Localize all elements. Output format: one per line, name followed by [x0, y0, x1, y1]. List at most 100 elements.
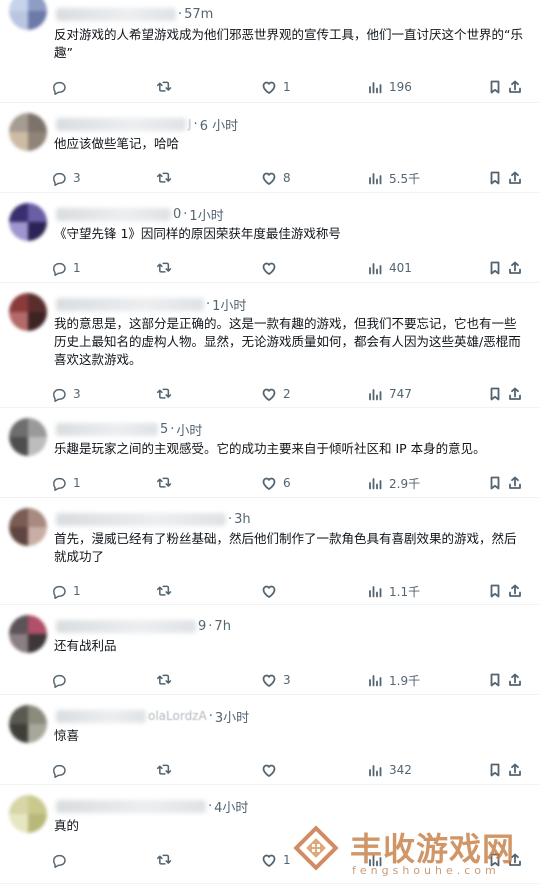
tweet-timestamp[interactable]: 3h [234, 512, 251, 527]
reply-button[interactable] [51, 76, 73, 98]
display-name-redacted[interactable] [56, 709, 146, 723]
reply-button[interactable]: 3 [51, 167, 81, 189]
views-button[interactable]: 1.9千 [367, 669, 420, 691]
like-button[interactable]: 6 [261, 472, 291, 494]
reply-button[interactable]: 1 [51, 257, 81, 279]
retweet-button[interactable] [156, 167, 178, 189]
views-button[interactable]: 1.1千 [367, 580, 420, 602]
avatar[interactable] [9, 795, 47, 833]
tweet-item[interactable]: 9 · 7h 还有战利品 3 1.9千 [0, 605, 539, 695]
share-button[interactable] [507, 759, 523, 781]
tweet-timestamp[interactable]: 7h [214, 619, 231, 634]
avatar-pixel [9, 222, 28, 241]
retweet-button[interactable] [156, 849, 178, 871]
views-button[interactable]: 747 [367, 383, 412, 405]
retweet-button[interactable] [156, 759, 178, 781]
like-button[interactable]: 2 [261, 383, 291, 405]
like-button[interactable]: 1 [261, 76, 291, 98]
bookmark-icon [490, 476, 500, 490]
display-name-redacted[interactable] [56, 117, 186, 131]
views-count: 5.5千 [389, 171, 421, 186]
tweet-item[interactable]: olaLordzA · 3小时 惊喜 342 [0, 695, 539, 785]
share-button[interactable] [507, 76, 523, 98]
tweet-timestamp[interactable]: 1小时 [212, 295, 246, 314]
like-button[interactable]: 8 [261, 167, 291, 189]
tweet-timestamp[interactable]: 6 小时 [200, 115, 238, 134]
retweet-button[interactable] [156, 257, 178, 279]
views-button[interactable]: 342 [367, 759, 412, 781]
share-button[interactable] [507, 257, 523, 279]
avatar-pixel [28, 418, 47, 437]
avatar[interactable] [9, 203, 47, 241]
tweet-item[interactable]: 0 · 1小时 《守望先锋 1》因同样的原因荣获年度最佳游戏称号 1 401 [0, 193, 539, 283]
avatar[interactable] [9, 293, 47, 331]
display-name-fragment: olaLordzA [148, 709, 207, 723]
avatar-pixel [9, 113, 28, 132]
display-name-redacted[interactable] [56, 799, 206, 813]
reply-button[interactable]: 1 [51, 580, 81, 602]
bookmark-button[interactable] [487, 167, 503, 189]
reply-button[interactable]: 3 [51, 383, 81, 405]
bookmark-button[interactable] [487, 580, 503, 602]
tweet-timestamp[interactable]: 4小时 [214, 797, 248, 816]
heart-icon [262, 585, 276, 598]
tweet-item[interactable]: · 57m 反对游戏的人希望游戏成为他们邪恶世界观的宣传工具，他们一直讨厌这个世界的… [0, 0, 539, 103]
reply-button[interactable] [51, 759, 73, 781]
like-button[interactable] [261, 759, 283, 781]
share-button[interactable] [507, 383, 523, 405]
reply-button[interactable] [51, 849, 73, 871]
views-button[interactable]: 196 [367, 76, 412, 98]
tweet-item[interactable]: · 1小时 我的意思是，这部分是正确的。这是一款有趣的游戏，但我们不要忘记，它也有一… [0, 283, 539, 408]
tweet-timestamp[interactable]: 3小时 [215, 707, 249, 726]
tweet-timestamp[interactable]: 57m [184, 7, 213, 22]
like-button[interactable]: 3 [261, 669, 291, 691]
share-button[interactable] [507, 167, 523, 189]
display-name-redacted[interactable] [56, 7, 176, 21]
bookmark-button[interactable] [487, 472, 503, 494]
tweet-timestamp[interactable]: 1小时 [189, 205, 223, 224]
retweet-button[interactable] [156, 383, 178, 405]
avatar[interactable] [9, 508, 47, 546]
tweet-timestamp[interactable]: 小时 [176, 420, 202, 439]
display-name-redacted[interactable] [56, 297, 204, 311]
display-name-redacted[interactable] [56, 207, 171, 221]
retweet-icon [156, 172, 172, 183]
retweet-button[interactable] [156, 580, 178, 602]
retweet-button[interactable] [156, 76, 178, 98]
bookmark-button[interactable] [487, 383, 503, 405]
views-button[interactable]: 5.5千 [367, 167, 420, 189]
avatar[interactable] [9, 705, 47, 743]
retweet-button[interactable] [156, 472, 178, 494]
bookmark-button[interactable] [487, 669, 503, 691]
tweet-actions: 3 1.9千 [51, 669, 523, 691]
avatar[interactable] [9, 0, 47, 30]
display-name-redacted[interactable] [56, 512, 226, 526]
tweet-item[interactable]: · 3h 首先，漫威已经有了粉丝基础，然后他们制作了一款角色具有喜剧效果的游戏，然后… [0, 498, 539, 605]
avatar[interactable] [9, 615, 47, 653]
share-button[interactable] [507, 472, 523, 494]
avatar-pixel [28, 705, 47, 724]
bookmark-button[interactable] [487, 76, 503, 98]
views-button[interactable]: 2.9千 [367, 472, 420, 494]
tweet-item[interactable]: 5 · 小时 乐趣是玩家之间的主观感受。它的成功主要来自于倾听社区和 IP 本身的意见… [0, 408, 539, 498]
bookmark-button[interactable] [487, 257, 503, 279]
tweet-actions: 3 2 747 [51, 383, 523, 405]
reply-button[interactable]: 1 [51, 472, 81, 494]
avatar[interactable] [9, 113, 47, 151]
heart-icon [262, 477, 276, 490]
like-button[interactable]: 1 [261, 849, 291, 871]
avatar-pixel [28, 437, 47, 456]
share-button[interactable] [507, 580, 523, 602]
avatar-pixel [28, 615, 47, 634]
like-button[interactable] [261, 257, 283, 279]
tweet-item[interactable]: J · 6 小时 他应该做些笔记，哈哈 3 8 5.5千 [0, 103, 539, 193]
retweet-button[interactable] [156, 669, 178, 691]
display-name-redacted[interactable] [56, 422, 158, 436]
bookmark-button[interactable] [487, 759, 503, 781]
reply-button[interactable] [51, 669, 73, 691]
views-button[interactable]: 401 [367, 257, 412, 279]
avatar[interactable] [9, 418, 47, 456]
share-button[interactable] [507, 669, 523, 691]
like-button[interactable] [261, 580, 283, 602]
display-name-redacted[interactable] [56, 619, 196, 633]
